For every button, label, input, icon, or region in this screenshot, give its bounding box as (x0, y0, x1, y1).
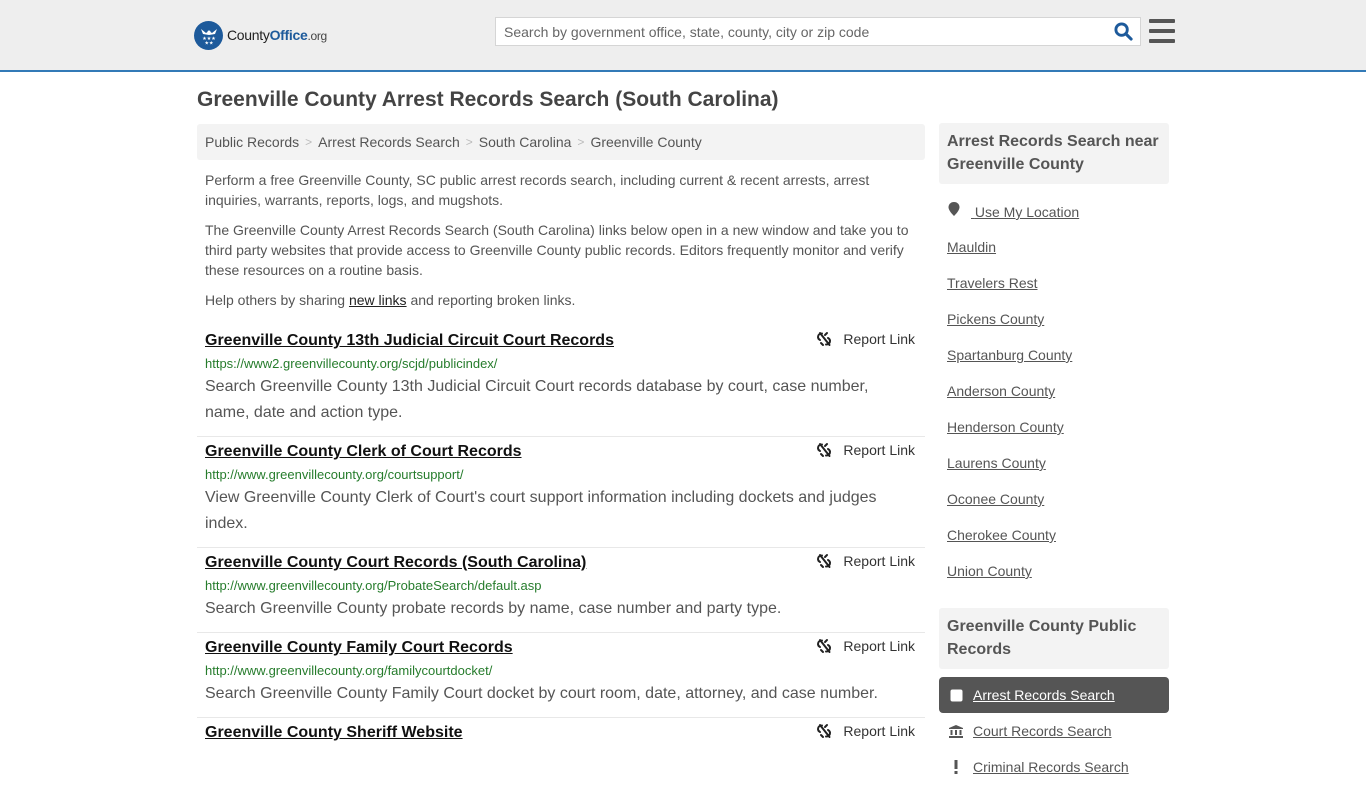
broken-link-icon (817, 724, 832, 738)
nearby-link-travelers-rest[interactable]: Travelers Rest (947, 273, 1169, 309)
nearby-link-laurens-county[interactable]: Laurens County (947, 453, 1169, 489)
use-my-location-label: Use My Location (974, 204, 1080, 220)
search-button[interactable] (1106, 18, 1140, 45)
intro-text: Perform a free Greenville County, SC pub… (205, 170, 920, 320)
nearby-list: Use My Location Mauldin Travelers Rest P… (947, 201, 1169, 597)
nearby-link-mauldin[interactable]: Mauldin (947, 237, 1169, 273)
nearby-heading: Arrest Records Search near Greenville Co… (947, 133, 1159, 173)
results-list: Greenville County 13th Judicial Circuit … (197, 326, 925, 754)
report-link-label: Report Link (843, 331, 915, 347)
public-records-heading-box: Greenville County Public Records (939, 608, 1169, 669)
nearby-link-henderson-county[interactable]: Henderson County (947, 417, 1169, 453)
nearby-link-union-county[interactable]: Union County (947, 561, 1169, 597)
report-link-label: Report Link (843, 723, 915, 739)
nearby-link-anderson-county[interactable]: Anderson County (947, 381, 1169, 417)
public-records-item-court-records-search[interactable]: Court Records Search (939, 713, 1169, 749)
result-url[interactable]: http://www.greenvillecounty.org/familyco… (205, 661, 917, 681)
breadcrumb-separator: > (305, 135, 313, 149)
nearby-heading-box: Arrest Records Search near Greenville Co… (939, 123, 1169, 184)
intro-paragraph-1: Perform a free Greenville County, SC pub… (205, 172, 870, 208)
courthouse-icon (949, 724, 963, 738)
map-marker-icon (948, 202, 960, 216)
search-input[interactable] (496, 18, 1106, 45)
public-records-item-criminal-records-search[interactable]: Criminal Records Search (939, 749, 1169, 785)
breadcrumb: Public Records > Arrest Records Search >… (197, 124, 925, 160)
site-search (495, 17, 1141, 46)
public-records-list: Arrest Records Search Court Records Sear… (939, 677, 1169, 785)
hamburger-menu-button[interactable] (1149, 19, 1175, 43)
result-item: Greenville County Family Court Records R… (197, 633, 925, 718)
intro-paragraph-2: The Greenville County Arrest Records Sea… (205, 222, 909, 278)
report-link-label: Report Link (843, 553, 915, 569)
result-description: Search Greenville County probate records… (205, 600, 782, 617)
site-header: ★★★ ★★ CountyOffice.org (0, 0, 1366, 72)
result-url[interactable]: http://www.greenvillecounty.org/courtsup… (205, 465, 917, 485)
result-description: View Greenville County Clerk of Court's … (205, 489, 877, 532)
nearby-link-spartanburg-county[interactable]: Spartanburg County (947, 345, 1169, 381)
breadcrumb-public-records[interactable]: Public Records (205, 134, 299, 150)
menu-bar-icon (1149, 39, 1175, 43)
intro-paragraph-3: Help others by sharing new links and rep… (205, 290, 920, 310)
report-link-label: Report Link (843, 638, 915, 654)
square-icon (949, 689, 963, 702)
result-item: Greenville County Sheriff Website Report… (197, 718, 925, 754)
breadcrumb-south-carolina[interactable]: South Carolina (479, 134, 572, 150)
result-description: Search Greenville County Family Court do… (205, 685, 878, 702)
eagle-stars-logo-icon: ★★★ ★★ (194, 20, 223, 50)
report-link-button[interactable]: Report Link (816, 442, 915, 458)
public-records-item-label: Arrest Records Search (973, 687, 1115, 703)
page-title: Greenville County Arrest Records Search … (197, 88, 779, 111)
breadcrumb-greenville-county[interactable]: Greenville County (590, 134, 701, 150)
broken-link-icon (817, 639, 832, 653)
breadcrumb-arrest-records-search[interactable]: Arrest Records Search (318, 134, 460, 150)
public-records-item-label: Criminal Records Search (973, 759, 1129, 775)
site-logo[interactable]: ★★★ ★★ CountyOffice.org (194, 20, 327, 50)
result-title-link[interactable]: Greenville County Family Court Records (205, 637, 513, 659)
public-records-item-arrest-records-search[interactable]: Arrest Records Search (939, 677, 1169, 713)
use-my-location-link[interactable]: Use My Location (947, 201, 1169, 237)
result-url[interactable]: http://www.greenvillecounty.org/ProbateS… (205, 576, 917, 596)
result-item: Greenville County Court Records (South C… (197, 548, 925, 633)
result-item: Greenville County Clerk of Court Records… (197, 437, 925, 548)
result-title-link[interactable]: Greenville County Sheriff Website (205, 722, 463, 744)
breadcrumb-separator: > (465, 135, 473, 149)
logo-county: County (227, 27, 270, 43)
broken-link-icon (817, 332, 832, 346)
menu-bar-icon (1149, 29, 1175, 33)
result-title-link[interactable]: Greenville County Court Records (South C… (205, 552, 586, 574)
nearby-link-pickens-county[interactable]: Pickens County (947, 309, 1169, 345)
report-link-button[interactable]: Report Link (816, 331, 915, 347)
public-records-heading: Greenville County Public Records (947, 618, 1137, 658)
result-item: Greenville County 13th Judicial Circuit … (197, 326, 925, 437)
intro-text-after: and reporting broken links. (406, 292, 576, 308)
broken-link-icon (817, 443, 832, 457)
logo-wordmark: CountyOffice.org (227, 27, 327, 43)
result-description: Search Greenville County 13th Judicial C… (205, 378, 869, 421)
search-icon (1113, 22, 1133, 41)
result-title-link[interactable]: Greenville County 13th Judicial Circuit … (205, 330, 614, 352)
report-link-button[interactable]: Report Link (816, 723, 915, 739)
intro-text-before: Help others by sharing (205, 292, 349, 308)
report-link-button[interactable]: Report Link (816, 553, 915, 569)
logo-office: Office (269, 27, 308, 43)
nearby-link-oconee-county[interactable]: Oconee County (947, 489, 1169, 525)
broken-link-icon (817, 554, 832, 568)
exclamation-icon (949, 760, 963, 774)
svg-text:★★: ★★ (204, 41, 213, 47)
menu-bar-icon (1149, 19, 1175, 23)
report-link-label: Report Link (843, 442, 915, 458)
nearby-link-cherokee-county[interactable]: Cherokee County (947, 525, 1169, 561)
new-links-link[interactable]: new links (349, 292, 407, 308)
result-title-link[interactable]: Greenville County Clerk of Court Records (205, 441, 522, 463)
logo-org: .org (307, 29, 327, 43)
public-records-item-label: Court Records Search (973, 723, 1112, 739)
report-link-button[interactable]: Report Link (816, 638, 915, 654)
breadcrumb-separator: > (577, 135, 585, 149)
result-url[interactable]: https://www2.greenvillecounty.org/scjd/p… (205, 354, 917, 374)
